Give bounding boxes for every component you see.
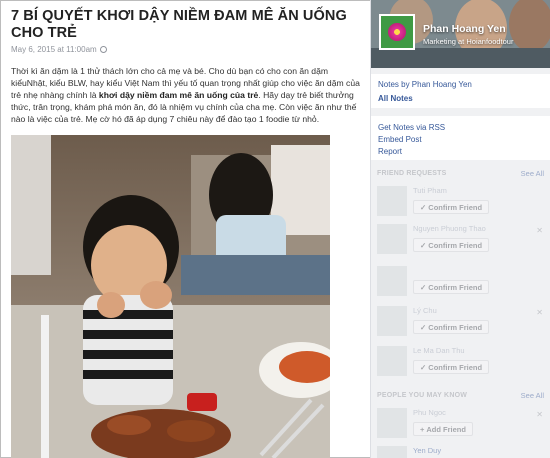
embed-post-link[interactable]: Embed Post — [378, 134, 544, 146]
notes-by-link[interactable]: Notes by Phan Hoang Yen — [378, 80, 544, 89]
note-date[interactable]: May 6, 2015 at 11:00am — [11, 45, 97, 54]
request-name[interactable]: Le Ma Dan Thu — [413, 346, 465, 355]
avatar[interactable] — [377, 446, 407, 458]
right-sidebar: Phan Hoang Yen Marketing at Hoianfoodtou… — [370, 0, 550, 458]
avatar[interactable] — [377, 266, 407, 296]
note-content: 7 BÍ QUYẾT KHƠI DẬY NIỀM ĐAM MÊ ĂN UỐNG … — [0, 0, 370, 458]
friend-requests-see-all[interactable]: See All — [521, 169, 544, 178]
request-name[interactable]: Tuti Pham — [413, 186, 447, 195]
avatar[interactable] — [377, 186, 407, 216]
confirm-icon: ✓ — [420, 362, 427, 372]
confirm-icon: ✓ — [420, 282, 427, 292]
add-friend-icon: + — [420, 424, 425, 434]
note-meta: May 6, 2015 at 11:00am — [11, 45, 107, 54]
suggestion-name[interactable]: Phu Ngoc — [413, 408, 446, 417]
child-eating-photo — [11, 135, 330, 458]
close-icon[interactable]: ✕ — [536, 410, 543, 419]
flower-icon — [388, 23, 406, 41]
globe-icon[interactable] — [99, 46, 107, 53]
note-photo[interactable] — [11, 135, 330, 458]
rss-link[interactable]: Get Notes via RSS — [378, 122, 544, 134]
confirm-friend-button[interactable]: ✓ Confirm Friend — [413, 320, 490, 334]
friend-request-item: Le Ma Dan Thu ✓ Confirm Friend — [377, 344, 545, 380]
friend-request-item: Nguyen Phuong Thao ✓ Confirm Friend ✕ — [377, 222, 545, 258]
avatar[interactable] — [377, 408, 407, 438]
profile-name[interactable]: Phan Hoang Yen — [423, 23, 506, 35]
profile-picture[interactable] — [379, 14, 415, 50]
confirm-icon: ✓ — [420, 240, 427, 250]
request-name[interactable]: Nguyen Phuong Thao — [413, 224, 486, 233]
close-icon[interactable]: ✕ — [536, 308, 543, 317]
friend-request-item: Tuti Pham ✓ Confirm Friend — [377, 184, 545, 220]
confirm-friend-button[interactable]: ✓ Confirm Friend — [413, 280, 490, 294]
request-name[interactable]: Lý Chu — [413, 306, 437, 315]
avatar[interactable] — [377, 224, 407, 254]
add-friend-button[interactable]: + Add Friend — [413, 422, 473, 436]
notes-section: Notes by Phan Hoang Yen All Notes — [371, 74, 550, 108]
note-body: Thời kì ăn dặm là 1 thử thách lớn cho cả… — [11, 65, 361, 125]
avatar[interactable] — [377, 306, 407, 336]
notes-actions: Get Notes via RSS Embed Post Report — [371, 116, 550, 160]
people-you-may-know-header: PEOPLE YOU MAY KNOW — [377, 392, 468, 399]
suggestion-item: Phu Ngoc + Add Friend ✕ — [377, 406, 545, 442]
confirm-friend-button[interactable]: ✓ Confirm Friend — [413, 238, 490, 252]
note-title: 7 BÍ QUYẾT KHƠI DẬY NIỀM ĐAM MÊ ĂN UỐNG … — [11, 8, 347, 41]
friend-request-item: ✓ Confirm Friend — [377, 264, 545, 300]
avatar[interactable] — [377, 346, 407, 376]
all-notes-link[interactable]: All Notes — [378, 94, 544, 103]
note-body-highlight: khơi dậy niềm đam mê ăn uống của trẻ — [98, 90, 259, 100]
confirm-friend-button[interactable]: ✓ Confirm Friend — [413, 360, 490, 374]
confirm-icon: ✓ — [420, 322, 427, 332]
suggestion-item: Yen Duy — [377, 444, 545, 458]
close-icon[interactable]: ✕ — [536, 226, 543, 235]
report-link[interactable]: Report — [378, 146, 544, 158]
friend-request-item: Lý Chu ✓ Confirm Friend ✕ — [377, 304, 545, 340]
friend-requests-header: FRIEND REQUESTS — [377, 170, 447, 177]
suggestion-name[interactable]: Yen Duy — [413, 446, 441, 455]
people-you-may-know-see-all[interactable]: See All — [521, 391, 544, 400]
profile-subtitle: Marketing at Hoianfoodtour — [423, 37, 514, 46]
confirm-icon: ✓ — [420, 202, 427, 212]
confirm-friend-button[interactable]: ✓ Confirm Friend — [413, 200, 490, 214]
profile-cover[interactable]: Phan Hoang Yen Marketing at Hoianfoodtou… — [371, 0, 550, 68]
